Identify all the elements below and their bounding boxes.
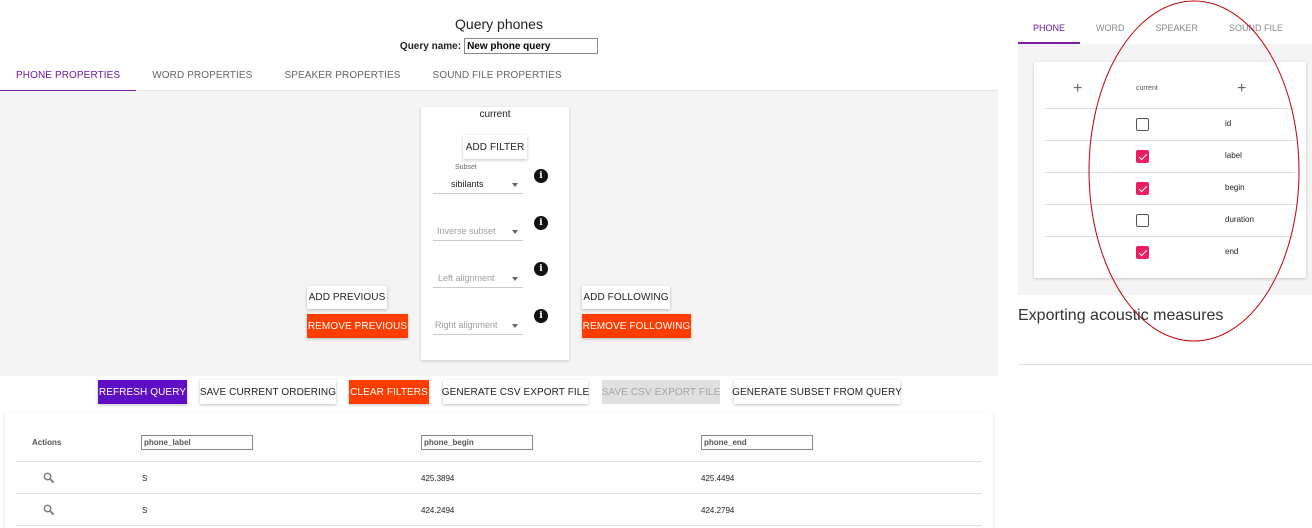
add-previous-column-icon[interactable]: + xyxy=(1073,80,1082,98)
generate-subset-button[interactable]: GENERATE SUBSET FROM QUERY xyxy=(732,380,902,404)
phone-label-cell: S xyxy=(142,474,148,483)
column-label: label xyxy=(1225,151,1242,160)
left-alignment-select[interactable]: Left alignment xyxy=(433,271,523,288)
remove-previous-button[interactable]: REMOVE PREVIOUS xyxy=(307,314,408,338)
current-label: current xyxy=(479,109,511,120)
phone-label-cell: S xyxy=(142,506,148,515)
column-row: end xyxy=(1045,236,1295,268)
tab-phone-properties[interactable]: PHONE PROPERTIES xyxy=(0,60,137,92)
query-name-row: Query name: xyxy=(0,38,998,54)
column-checkbox-begin[interactable] xyxy=(1136,182,1149,195)
search-icon[interactable] xyxy=(42,471,56,485)
table-header: Actions xyxy=(16,435,982,462)
column-row: duration xyxy=(1045,204,1295,236)
add-following-button[interactable]: ADD FOLLOWING xyxy=(582,286,670,309)
info-icon[interactable]: i xyxy=(534,169,548,183)
column-selection-card: + current + id label begin duration end xyxy=(1034,62,1306,278)
save-csv-export-button: SAVE CSV EXPORT FILE xyxy=(602,380,720,404)
add-previous-button[interactable]: ADD PREVIOUS xyxy=(307,286,387,309)
query-name-input[interactable] xyxy=(464,38,599,54)
column-row: begin xyxy=(1045,172,1295,204)
column-label: id xyxy=(1225,119,1232,128)
right-alignment-placeholder: Right alignment xyxy=(435,320,498,330)
column-row: label xyxy=(1045,140,1295,172)
column-label: begin xyxy=(1225,183,1245,192)
subset-value: sibilants xyxy=(451,179,484,189)
add-following-column-icon[interactable]: + xyxy=(1237,80,1246,98)
column-checkbox-end[interactable] xyxy=(1136,246,1149,259)
tab-phone[interactable]: PHONE xyxy=(1018,12,1081,44)
right-alignment-select[interactable]: Right alignment xyxy=(433,318,523,335)
column-label: duration xyxy=(1225,215,1254,224)
current-column-header: current xyxy=(1136,85,1158,92)
export-section-title: Exporting acoustic measures xyxy=(1018,307,1224,324)
current-filter-card: current ADD FILTER Subset sibilants i In… xyxy=(421,107,569,360)
chevron-down-icon xyxy=(512,324,518,328)
tab-speaker[interactable]: SPEAKER xyxy=(1140,12,1214,44)
tab-word[interactable]: WORD xyxy=(1080,12,1140,44)
property-tabs: PHONE PROPERTIES WORD PROPERTIES SPEAKER… xyxy=(0,60,998,92)
chevron-down-icon xyxy=(512,277,518,281)
tab-sound-file[interactable]: SOUND FILE xyxy=(1213,12,1298,44)
info-icon[interactable]: i xyxy=(534,216,548,230)
generate-csv-export-button[interactable]: GENERATE CSV EXPORT FILE xyxy=(442,380,589,404)
refresh-query-button[interactable]: REFRESH QUERY xyxy=(98,380,187,404)
filter-area: current ADD FILTER Subset sibilants i In… xyxy=(0,91,998,376)
column-selection-panel: + current + id label begin duration end xyxy=(1018,44,1312,295)
column-checkbox-duration[interactable] xyxy=(1136,214,1149,227)
subset-label: Subset xyxy=(455,164,477,171)
inverse-subset-placeholder: Inverse subset xyxy=(437,226,496,236)
tab-sound-file-properties[interactable]: SOUND FILE PROPERTIES xyxy=(417,60,578,91)
phone-end-column-filter[interactable] xyxy=(701,435,813,450)
phone-end-cell: 425.4494 xyxy=(701,474,735,483)
left-alignment-placeholder: Left alignment xyxy=(438,273,495,283)
table-row: S 425.3894 425.4494 xyxy=(16,462,982,494)
table-row: S 424.2494 424.2794 xyxy=(16,494,982,526)
column-label: end xyxy=(1225,247,1239,256)
phone-end-cell: 424.2794 xyxy=(701,506,735,515)
phone-begin-cell: 424.2494 xyxy=(421,506,455,515)
actions-header: Actions xyxy=(32,438,62,447)
add-filter-button[interactable]: ADD FILTER xyxy=(463,135,527,159)
info-icon[interactable]: i xyxy=(534,262,548,276)
divider xyxy=(1018,364,1312,365)
chevron-down-icon xyxy=(512,230,518,234)
phone-begin-cell: 425.3894 xyxy=(421,474,455,483)
page-title: Query phones xyxy=(455,16,543,32)
column-row: id xyxy=(1045,108,1295,140)
chevron-down-icon xyxy=(512,183,518,187)
phone-label-column-filter[interactable] xyxy=(141,435,253,450)
clear-filters-button[interactable]: CLEAR FILTERS xyxy=(349,380,429,404)
tab-word-properties[interactable]: WORD PROPERTIES xyxy=(136,60,268,91)
info-icon[interactable]: i xyxy=(534,309,548,323)
remove-following-button[interactable]: REMOVE FOLLOWING xyxy=(582,314,691,338)
phone-begin-column-filter[interactable] xyxy=(421,435,533,450)
tab-speaker-properties[interactable]: SPEAKER PROPERTIES xyxy=(268,60,416,91)
results-table: Actions S 425.3894 425.4494 S 424.2494 4… xyxy=(5,413,993,528)
save-current-ordering-button[interactable]: SAVE CURRENT ORDERING xyxy=(200,380,336,404)
column-checkbox-id[interactable] xyxy=(1136,118,1149,131)
subset-select[interactable]: sibilants xyxy=(433,177,523,194)
query-name-label: Query name: xyxy=(399,40,462,52)
column-tabs: PHONE WORD SPEAKER SOUND FILE xyxy=(1018,12,1312,44)
inverse-subset-select[interactable]: Inverse subset xyxy=(433,224,523,241)
column-checkbox-label[interactable] xyxy=(1136,150,1149,163)
search-icon[interactable] xyxy=(42,503,56,517)
